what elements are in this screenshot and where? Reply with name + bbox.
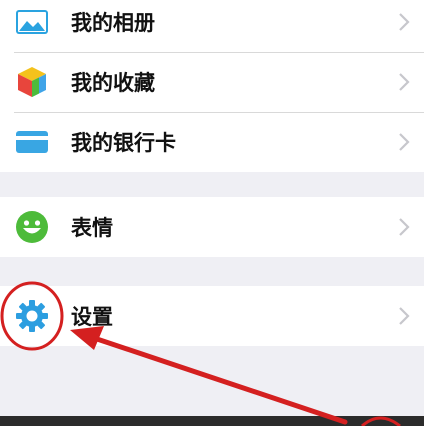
- chevron-right-icon: [399, 73, 410, 91]
- tab-bar-edge: [0, 416, 424, 426]
- menu-item-favorites[interactable]: 我的收藏: [0, 52, 424, 112]
- menu-item-stickers[interactable]: 表情: [0, 197, 424, 257]
- menu-group-stickers: 表情: [0, 197, 424, 257]
- menu-item-label: 表情: [71, 216, 113, 240]
- chevron-right-icon: [399, 13, 410, 31]
- menu-item-settings[interactable]: 设置: [0, 286, 424, 346]
- photo-album-icon: [14, 4, 50, 40]
- menu-item-bank-card[interactable]: 我的银行卡: [0, 112, 424, 172]
- menu-group-settings: 设置: [0, 286, 424, 346]
- pointer-arrow-line: [85, 333, 348, 425]
- chevron-right-icon: [399, 133, 410, 151]
- bank-card-icon: [14, 124, 50, 160]
- menu-item-label: 我的相册: [71, 11, 155, 35]
- menu-group-personal: 我的相册 我的收藏 我的银行卡: [0, 0, 424, 172]
- smiley-icon: [14, 209, 50, 245]
- menu-item-label: 我的收藏: [71, 71, 155, 95]
- me-screen: 我的相册 我的收藏 我的银行卡 表情 设置: [0, 0, 424, 426]
- menu-item-album[interactable]: 我的相册: [0, 0, 424, 52]
- chevron-right-icon: [399, 307, 410, 325]
- menu-item-label: 我的银行卡: [71, 131, 176, 155]
- menu-item-label: 设置: [71, 305, 113, 329]
- chevron-right-icon: [399, 218, 410, 236]
- favorites-cube-icon: [14, 64, 50, 100]
- gear-icon: [14, 298, 50, 334]
